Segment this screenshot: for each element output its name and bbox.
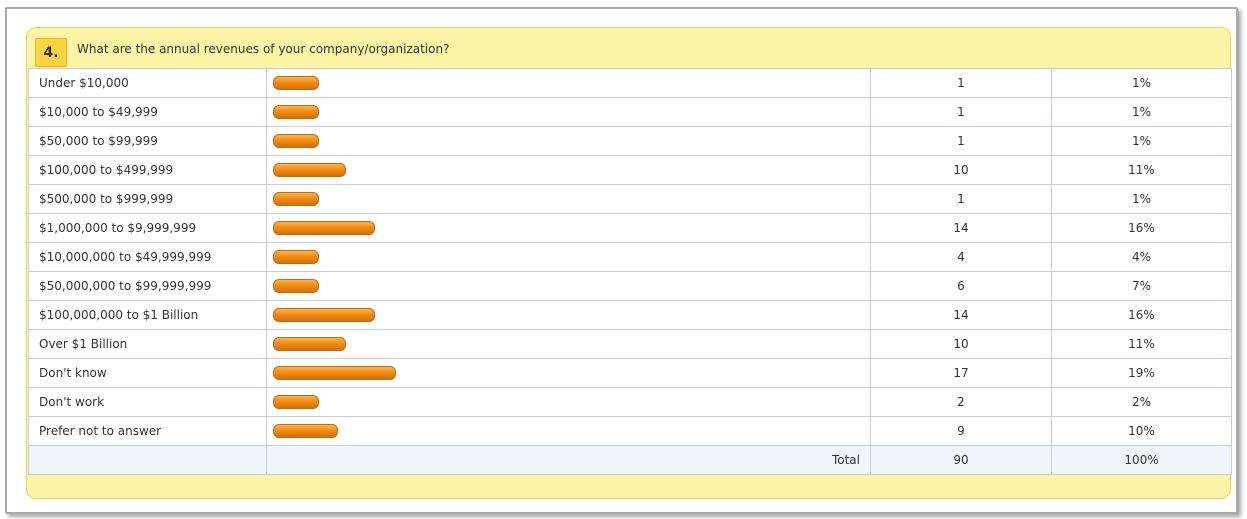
answer-bar [273,279,319,293]
answer-label: Don't work [28,387,267,417]
answer-row: $100,000 to $499,999 10 11% [28,155,1232,185]
answer-row: Prefer not to answer 9 10% [28,416,1232,446]
answer-bar [273,337,346,351]
answer-row: Don't work 2 2% [28,387,1232,417]
answer-label: $500,000 to $999,999 [28,184,267,214]
answer-bar [273,105,319,119]
answer-percent: 1% [1051,97,1232,127]
answer-label: $100,000 to $499,999 [28,155,267,185]
answer-count: 10 [870,329,1052,359]
answer-row: Don't know 17 19% [28,358,1232,388]
answer-bar [273,250,319,264]
answer-count: 1 [870,97,1052,127]
bar-cell [266,416,871,446]
answer-label: Don't know [28,358,267,388]
answer-percent: 11% [1051,329,1232,359]
answer-percent: 1% [1051,126,1232,156]
answer-percent: 16% [1051,300,1232,330]
answer-percent: 11% [1051,155,1232,185]
answer-count: 1 [870,68,1052,98]
answer-count: 17 [870,358,1052,388]
answer-row: $50,000,000 to $99,999,999 6 7% [28,271,1232,301]
answer-percent: 1% [1051,184,1232,214]
bar-cell [266,213,871,243]
answer-label: $100,000,000 to $1 Billion [28,300,267,330]
answer-row: Under $10,000 1 1% [28,68,1232,98]
answer-bar [273,424,338,438]
answer-percent: 10% [1051,416,1232,446]
answer-label: $10,000 to $49,999 [28,97,267,127]
answer-percent: 19% [1051,358,1232,388]
answer-bar [273,76,319,90]
bar-cell [266,68,871,98]
answer-row: $100,000,000 to $1 Billion 14 16% [28,300,1232,330]
answer-row: $1,000,000 to $9,999,999 14 16% [28,213,1232,243]
bar-cell [266,97,871,127]
answer-label: $1,000,000 to $9,999,999 [28,213,267,243]
bar-cell [266,271,871,301]
answer-label: Over $1 Billion [28,329,267,359]
answer-label: Prefer not to answer [28,416,267,446]
answer-count: 10 [870,155,1052,185]
answer-bar [273,163,346,177]
answer-count: 9 [870,416,1052,446]
answer-bar [273,134,319,148]
answer-row: $10,000,000 to $49,999,999 4 4% [28,242,1232,272]
answer-count: 14 [870,300,1052,330]
total-label: Total [266,445,871,475]
answer-count: 2 [870,387,1052,417]
answer-percent: 4% [1051,242,1232,272]
answer-label: Under $10,000 [28,68,267,98]
total-row: Total 90 100% [28,445,1232,475]
answer-count: 4 [870,242,1052,272]
bar-cell [266,242,871,272]
question-number-badge: 4. [35,38,67,67]
answer-label: $10,000,000 to $49,999,999 [28,242,267,272]
answer-bar [273,366,396,380]
answer-bar [273,221,375,235]
answer-row: $50,000 to $99,999 1 1% [28,126,1232,156]
answer-label: $50,000 to $99,999 [28,126,267,156]
bar-cell [266,387,871,417]
answer-count: 1 [870,126,1052,156]
answer-bar [273,308,375,322]
bar-cell [266,300,871,330]
question-text: What are the annual revenues of your com… [77,42,450,56]
answer-percent: 7% [1051,271,1232,301]
answer-percent: 1% [1051,68,1232,98]
bar-cell [266,126,871,156]
results-table: Under $10,000 1 1% $10,000 to $49,999 1 1% $50… [28,68,1232,475]
bar-cell [266,329,871,359]
answer-row: Over $1 Billion 10 11% [28,329,1232,359]
bar-cell [266,184,871,214]
bar-cell [266,155,871,185]
answer-count: 14 [870,213,1052,243]
total-percent: 100% [1051,445,1232,475]
question-header: 4. What are the annual revenues of your … [27,28,1230,68]
answer-count: 6 [870,271,1052,301]
answer-bar [273,395,319,409]
bar-cell [266,358,871,388]
answer-row: $10,000 to $49,999 1 1% [28,97,1232,127]
answer-percent: 16% [1051,213,1232,243]
answer-percent: 2% [1051,387,1232,417]
answer-count: 1 [870,184,1052,214]
answer-row: $500,000 to $999,999 1 1% [28,184,1232,214]
total-count: 90 [870,445,1052,475]
answer-bar [273,192,319,206]
answer-label: $50,000,000 to $99,999,999 [28,271,267,301]
